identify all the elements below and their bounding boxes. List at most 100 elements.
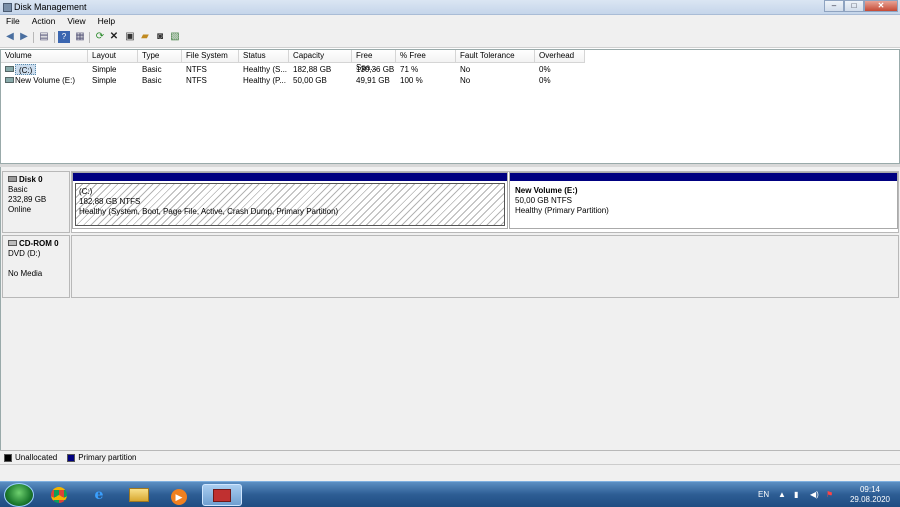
media-player-icon[interactable]: ▶ xyxy=(162,484,196,506)
help-icon[interactable]: ? xyxy=(58,31,70,43)
partition-c-body: (C:) 182,88 GB NTFS Healthy (System, Boo… xyxy=(75,183,505,226)
cell-capacity: 182,88 GB xyxy=(293,65,332,74)
back-arrow-icon[interactable]: ◀ xyxy=(4,31,16,43)
delete-icon[interactable]: ✕ xyxy=(108,31,120,43)
cell-percent-free: 100 % xyxy=(400,76,423,85)
close-button[interactable]: ✕ xyxy=(864,0,898,12)
action-center-icon[interactable]: ⚑ xyxy=(826,482,833,507)
cell-type: Basic xyxy=(142,65,162,74)
partition-size: 182,88 GB NTFS xyxy=(79,197,141,206)
unallocated-swatch xyxy=(4,453,12,462)
primary-partition-bar xyxy=(73,173,507,181)
disk-status: No Media xyxy=(8,269,43,278)
disk-status: Online xyxy=(8,205,32,214)
disk-name: CD-ROM 0 xyxy=(19,239,59,248)
disk-type: DVD (D:) xyxy=(8,249,41,258)
maximize-button[interactable]: □ xyxy=(844,0,864,12)
cell-type: Basic xyxy=(142,76,162,85)
open-folder-icon[interactable]: ▰ xyxy=(139,31,151,43)
cell-free-space: 49,91 GB xyxy=(356,76,390,85)
cell-status: Healthy (S... xyxy=(243,65,288,74)
menu-help[interactable]: Help xyxy=(92,15,121,28)
cell-file-system: NTFS xyxy=(186,65,207,74)
properties-icon[interactable]: ▦ xyxy=(74,31,86,43)
volume-icon[interactable]: ◀) xyxy=(810,482,819,507)
rescan-icon[interactable]: ◙ xyxy=(154,31,166,43)
connect-icon[interactable]: ▣ xyxy=(124,31,136,43)
col-status[interactable]: Status xyxy=(239,50,289,63)
network-icon[interactable]: ▮ xyxy=(794,482,798,507)
cell-overhead: 0% xyxy=(539,65,551,74)
volume-name[interactable]: New Volume (E:) xyxy=(11,75,75,86)
cell-fault-tolerance: No xyxy=(460,65,471,74)
window-title: Disk Management xyxy=(14,2,87,12)
legend-unallocated: Unallocated xyxy=(15,453,58,462)
col-file-system[interactable]: File System xyxy=(182,50,239,63)
col-fault-tolerance[interactable]: Fault Tolerance xyxy=(456,50,535,63)
status-bar xyxy=(0,464,900,481)
disk-management-icon xyxy=(3,3,12,12)
show-hidden-icons[interactable]: ▲ xyxy=(778,482,786,507)
col-percent-free[interactable]: % Free xyxy=(396,50,456,63)
col-type[interactable]: Type xyxy=(138,50,182,63)
cell-file-system: NTFS xyxy=(186,76,207,85)
menu-action[interactable]: Action xyxy=(26,15,62,28)
partition-e-body: New Volume (E:) 50,00 GB NTFS Healthy (P… xyxy=(512,183,895,226)
cell-layout: Simple xyxy=(92,76,117,85)
partition-c[interactable]: (C:) 182,88 GB NTFS Healthy (System, Boo… xyxy=(72,172,508,229)
volume-list: Volume Layout Type File System Status Ca… xyxy=(0,49,900,164)
partition-status: Healthy (Primary Partition) xyxy=(515,206,609,215)
clock-time: 09:14 xyxy=(859,485,880,494)
cell-fault-tolerance: No xyxy=(460,76,471,85)
cell-capacity: 50,00 GB xyxy=(293,76,327,85)
partition-status: Healthy (System, Boot, Page File, Active… xyxy=(79,207,339,216)
partition-size: 50,00 GB NTFS xyxy=(515,196,572,205)
disk-view: Disk 0 Basic 232,89 GB Online (C:) 182,8… xyxy=(0,167,900,450)
disk-management-taskbar-icon[interactable] xyxy=(202,484,242,506)
partition-name: New Volume (E:) xyxy=(515,186,578,195)
minimize-button[interactable]: – xyxy=(824,0,844,12)
disk-type: Basic xyxy=(8,185,28,194)
toolbar: ◀ ▶ ▤ ? ▦ ⟳ ✕ ▣ ▰ ◙ ▧ xyxy=(0,28,900,48)
refresh-icon[interactable]: ⟳ xyxy=(94,31,106,43)
col-overhead[interactable]: Overhead xyxy=(535,50,585,63)
primary-partition-bar xyxy=(510,173,897,181)
col-layout[interactable]: Layout xyxy=(88,50,138,63)
col-capacity[interactable]: Capacity xyxy=(289,50,352,63)
menu-view[interactable]: View xyxy=(61,15,91,28)
taskbar: e ▶ EN ▲ ▮ ◀) ⚑ 09:14 29.08.2020 xyxy=(0,481,900,507)
export-icon[interactable]: ▧ xyxy=(169,31,181,43)
hard-disk-icon xyxy=(8,176,17,182)
cell-layout: Simple xyxy=(92,65,117,74)
chrome-icon[interactable] xyxy=(42,484,76,506)
cd-drive-icon xyxy=(8,240,17,246)
col-volume[interactable]: Volume xyxy=(1,50,88,63)
clock-date: 29.08.2020 xyxy=(849,495,890,504)
partition-name: (C:) xyxy=(79,187,93,196)
partition-e[interactable]: New Volume (E:) 50,00 GB NTFS Healthy (P… xyxy=(509,172,898,229)
menu-bar: File Action View Help xyxy=(0,15,900,28)
cdrom-0-label[interactable]: CD-ROM 0 DVD (D:) No Media xyxy=(2,235,70,298)
col-free-space[interactable]: Free Spa... xyxy=(352,50,396,72)
menu-file[interactable]: File xyxy=(0,15,26,28)
volume-name[interactable]: (C:) xyxy=(15,64,37,75)
forward-arrow-icon[interactable]: ▶ xyxy=(18,31,30,43)
start-button[interactable] xyxy=(4,483,34,507)
cell-free-space: 130,36 GB xyxy=(356,65,395,74)
disk-0-label[interactable]: Disk 0 Basic 232,89 GB Online xyxy=(2,171,70,233)
disk-name: Disk 0 xyxy=(19,175,43,184)
legend-primary-partition: Primary partition xyxy=(78,453,137,462)
cell-status: Healthy (P... xyxy=(243,76,286,85)
primary-partition-swatch xyxy=(67,453,76,462)
clock[interactable]: 09:14 29.08.2020 xyxy=(850,485,890,505)
file-explorer-icon[interactable] xyxy=(122,484,156,506)
cdrom-0-area xyxy=(71,235,899,298)
drive-icon xyxy=(5,66,14,72)
language-indicator[interactable]: EN xyxy=(758,482,769,507)
internet-explorer-icon[interactable]: e xyxy=(82,484,116,506)
title-bar: Disk Management – □ ✕ xyxy=(0,0,900,15)
disk-size: 232,89 GB xyxy=(8,195,47,204)
disk-0-partitions: (C:) 182,88 GB NTFS Healthy (System, Boo… xyxy=(71,171,899,233)
legend: Unallocated Primary partition xyxy=(0,450,900,464)
console-tree-icon[interactable]: ▤ xyxy=(38,31,50,43)
